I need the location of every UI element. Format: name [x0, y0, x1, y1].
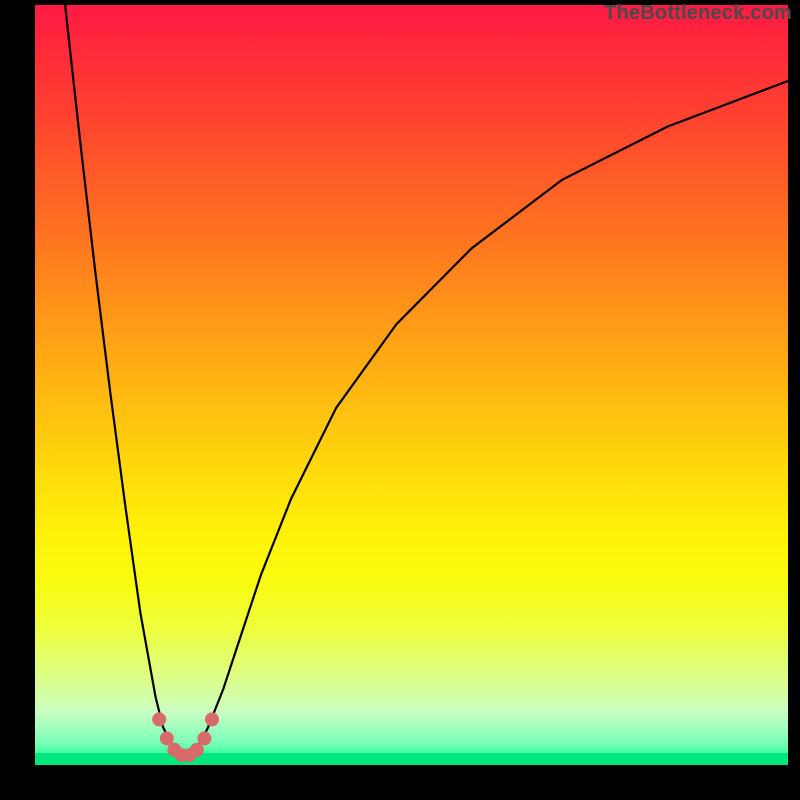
valley-dot	[152, 712, 166, 726]
valley-dot	[197, 731, 211, 745]
valley-highlight	[152, 712, 219, 762]
valley-dot	[160, 731, 174, 745]
valley-dot	[205, 712, 219, 726]
curve-left	[65, 5, 178, 750]
plot-area	[35, 5, 788, 765]
valley-dot	[190, 743, 204, 757]
chart-stage: TheBottleneck.com	[0, 0, 800, 800]
chart-svg	[35, 5, 788, 765]
curve-right	[193, 81, 788, 750]
